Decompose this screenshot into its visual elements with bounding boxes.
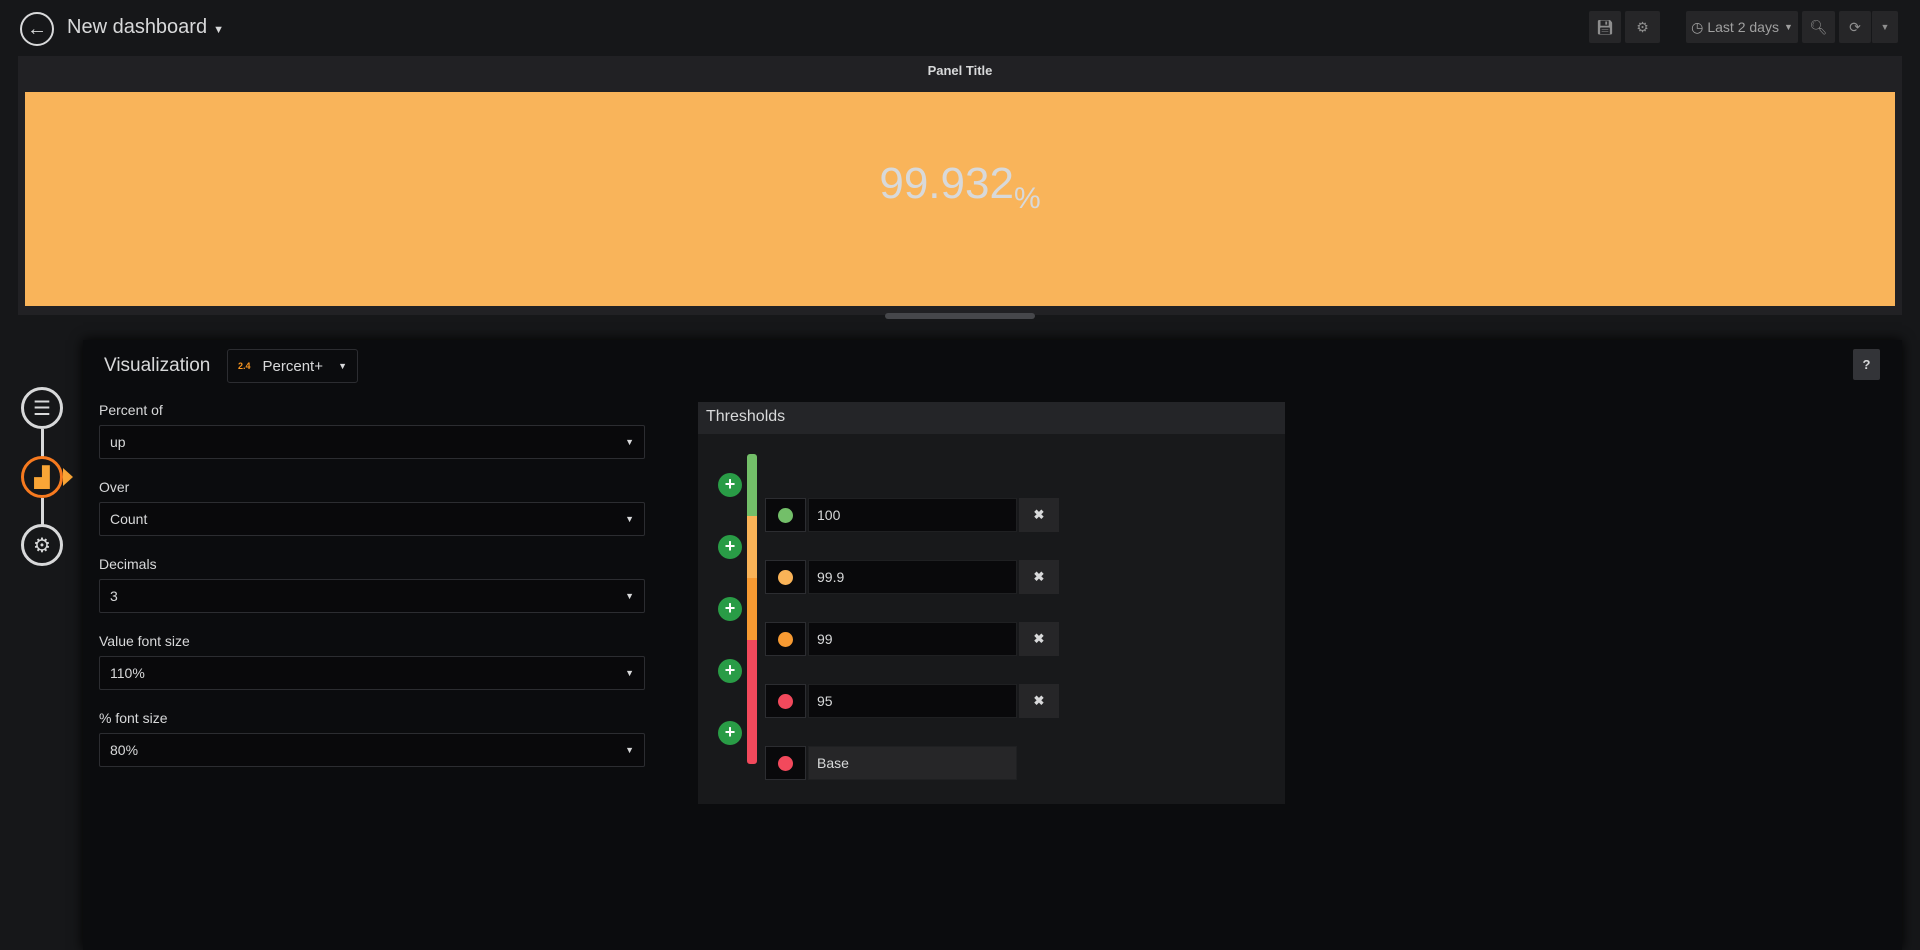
caret-down-icon: ▼	[1783, 22, 1793, 32]
field-label: Percent of	[99, 402, 163, 418]
color-dot	[778, 693, 793, 709]
panel: Panel Title 99.932%	[18, 56, 1902, 315]
arrow-left-icon: ←	[27, 17, 47, 40]
thresholds-title: Thresholds	[698, 402, 1285, 434]
caret-down-icon: ▼	[625, 745, 634, 755]
clock-icon: ◷	[1691, 18, 1704, 35]
caret-down-icon: ▼	[625, 514, 634, 524]
threshold-value-input[interactable]: 99	[808, 622, 1017, 656]
threshold-color-picker[interactable]	[765, 746, 806, 780]
dashboard-title[interactable]: New dashboard ▼	[67, 16, 224, 39]
queries-step[interactable]: ☰	[21, 387, 63, 429]
color-dot	[778, 507, 793, 523]
threshold-base-value: Base	[808, 746, 1017, 780]
save-icon: 💾︎	[1596, 18, 1614, 35]
panel-editor: Visualization 2.4 Percent+ ▼ ? Percent of …	[83, 340, 1902, 950]
panel-title[interactable]: Panel Title	[18, 56, 1902, 92]
close-icon: ✖	[1033, 569, 1045, 584]
threshold-value-input[interactable]: 100	[808, 498, 1017, 532]
chart-icon: ▟	[34, 466, 50, 489]
stat-value: 99.932	[879, 159, 1014, 208]
refresh-icon: ⟳	[1849, 18, 1861, 35]
threshold-color-picker[interactable]	[765, 498, 806, 532]
threshold-color-picker[interactable]	[765, 622, 806, 656]
thresholds-panel: Thresholds + + + + + 100 ✖ 99.9 ✖ 99 ✖ 9…	[698, 402, 1285, 804]
close-icon: ✖	[1033, 507, 1045, 522]
add-threshold-button[interactable]: +	[718, 473, 742, 497]
threshold-bar-segment	[747, 578, 757, 640]
caret-down-icon: ▼	[338, 361, 347, 371]
caret-down-icon: ▼	[625, 437, 634, 447]
percent-font-size-select[interactable]: 80% ▼	[99, 733, 645, 767]
over-select[interactable]: Count ▼	[99, 502, 645, 536]
threshold-bar-segment	[747, 454, 757, 516]
zoom-out-button[interactable]: 🔍︎	[1802, 11, 1835, 43]
add-threshold-button[interactable]: +	[718, 659, 742, 683]
field-label: Over	[99, 479, 130, 495]
refresh-button[interactable]: ⟳	[1839, 11, 1871, 43]
stat-value-area: 99.932%	[25, 92, 1895, 306]
remove-threshold-button[interactable]: ✖	[1019, 498, 1059, 532]
percent-of-select[interactable]: up ▼	[99, 425, 645, 459]
visualization-picker[interactable]: 2.4 Percent+ ▼	[227, 349, 358, 383]
zoom-out-icon: 🔍︎	[1809, 18, 1828, 35]
percent-plugin-icon: 2.4	[238, 361, 251, 371]
stat-unit: %	[1013, 182, 1041, 215]
panel-resize-handle[interactable]	[885, 313, 1035, 319]
add-threshold-button[interactable]: +	[718, 535, 742, 559]
database-icon: ☰	[33, 397, 51, 420]
threshold-color-picker[interactable]	[765, 560, 806, 594]
field-label: % font size	[99, 710, 168, 726]
field-label: Decimals	[99, 556, 157, 572]
field-label: Value font size	[99, 633, 190, 649]
back-button[interactable]: ←	[20, 12, 54, 46]
color-dot	[778, 631, 793, 647]
color-dot	[778, 569, 793, 585]
refresh-interval-dropdown[interactable]: ▼	[1871, 11, 1898, 43]
step-connector	[41, 498, 44, 526]
step-connector	[41, 429, 44, 457]
settings-button[interactable]: ⚙	[1625, 11, 1660, 43]
threshold-bar-segment	[747, 640, 757, 764]
threshold-value-input[interactable]: 95	[808, 684, 1017, 718]
visualization-step[interactable]: ▟	[21, 456, 63, 498]
value-font-size-select[interactable]: 110% ▼	[99, 656, 645, 690]
threshold-bar-segment	[747, 516, 757, 578]
visualization-label: Visualization	[104, 355, 211, 376]
color-dot	[778, 755, 793, 771]
add-threshold-button[interactable]: +	[718, 721, 742, 745]
remove-threshold-button[interactable]: ✖	[1019, 560, 1059, 594]
caret-down-icon: ▼	[625, 591, 634, 601]
active-step-pointer	[63, 468, 73, 486]
general-step[interactable]: ⚙	[21, 524, 63, 566]
add-threshold-button[interactable]: +	[718, 597, 742, 621]
decimals-select[interactable]: 3 ▼	[99, 579, 645, 613]
cog-wrench-icon: ⚙	[33, 534, 51, 557]
threshold-color-picker[interactable]	[765, 684, 806, 718]
remove-threshold-button[interactable]: ✖	[1019, 684, 1059, 718]
caret-down-icon: ▼	[625, 668, 634, 678]
caret-down-icon: ▼	[213, 24, 224, 36]
threshold-value-input[interactable]: 99.9	[808, 560, 1017, 594]
remove-threshold-button[interactable]: ✖	[1019, 622, 1059, 656]
time-picker[interactable]: ◷ Last 2 days ▼	[1686, 11, 1798, 43]
close-icon: ✖	[1033, 693, 1045, 708]
gear-icon: ⚙	[1636, 18, 1649, 35]
caret-down-icon: ▼	[1880, 22, 1890, 32]
help-button[interactable]: ?	[1853, 349, 1880, 380]
save-button[interactable]: 💾︎	[1589, 11, 1621, 43]
close-icon: ✖	[1033, 631, 1045, 646]
